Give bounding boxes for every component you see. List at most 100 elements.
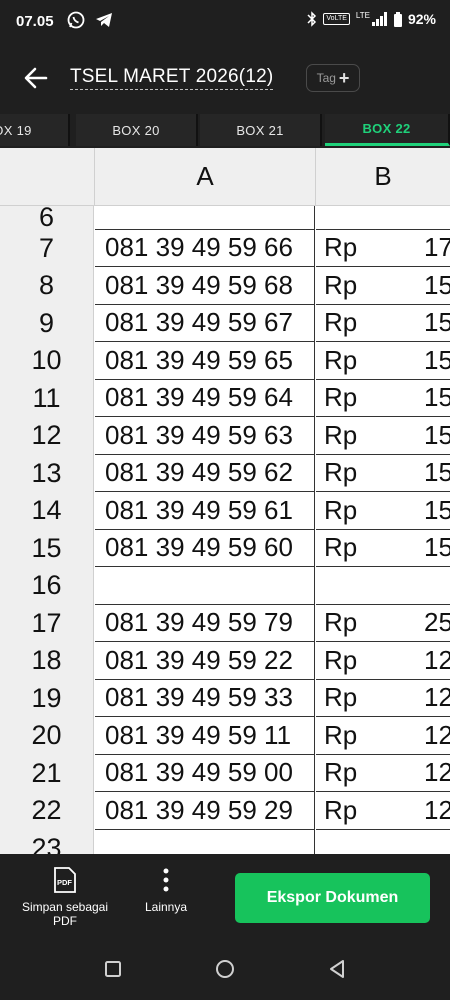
cell-a[interactable]: 081 39 49 59 67 [95, 304, 315, 342]
cell-b[interactable]: Rp 17 [316, 230, 450, 267]
cell-a[interactable]: 081 39 49 59 64 [95, 379, 315, 417]
cell-b[interactable]: Rp 15 [316, 530, 450, 567]
cell-b[interactable]: Rp 25 [316, 605, 450, 642]
back-nav-icon[interactable] [326, 958, 348, 980]
cell-a[interactable]: 081 39 49 59 62 [95, 454, 315, 492]
currency-label: Rp [324, 644, 358, 675]
cell-a[interactable]: 081 39 49 59 11 [95, 717, 315, 755]
row-number[interactable]: 6 [0, 202, 94, 232]
cell-b[interactable] [316, 567, 450, 605]
row-number[interactable]: 20 [0, 717, 94, 755]
spreadsheet-grid[interactable]: A B 67081 39 49 59 66Rp178081 39 49 59 6… [0, 148, 450, 854]
row-number[interactable]: 8 [0, 267, 94, 305]
column-header-a[interactable]: A [95, 148, 316, 206]
cell-b[interactable]: Rp 15 [316, 342, 450, 380]
cell-a[interactable]: 081 39 49 59 79 [95, 604, 315, 642]
telegram-icon [96, 13, 112, 27]
row-number[interactable]: 18 [0, 642, 94, 680]
cell-a[interactable]: 081 39 49 59 68 [95, 267, 315, 305]
row-number[interactable]: 21 [0, 754, 94, 792]
cell-a[interactable]: 081 39 49 59 22 [95, 642, 315, 680]
row-number[interactable]: 19 [0, 679, 94, 717]
svg-text:PDF: PDF [57, 878, 72, 887]
document-title[interactable]: TSEL MARET 2026(12) [70, 66, 274, 90]
row-number[interactable]: 14 [0, 492, 94, 530]
tag-label: Tag [316, 71, 336, 85]
cell-b[interactable] [316, 206, 450, 230]
tab-box-20[interactable]: BOX 20 [76, 114, 198, 146]
row-number[interactable]: 13 [0, 454, 94, 492]
cell-b[interactable]: Rp 15 [316, 380, 450, 417]
cell-b[interactable]: Rp 12 [316, 755, 450, 792]
row-number[interactable]: 22 [0, 792, 94, 830]
row-number[interactable]: 15 [0, 529, 94, 567]
cell-b[interactable]: Rp 15 [316, 455, 450, 492]
whatsapp-icon [67, 11, 85, 29]
row-number[interactable]: 10 [0, 342, 94, 380]
bottom-action-bar: PDF Simpan sebagai PDF Lainnya Ekspor Do… [0, 854, 450, 938]
tab-box-21[interactable]: BOX 21 [200, 114, 322, 146]
row-number[interactable]: 12 [0, 417, 94, 455]
tab-box-22[interactable]: BOX 22 [325, 114, 450, 146]
row-number[interactable]: 11 [0, 379, 94, 417]
cell-a[interactable] [95, 567, 315, 605]
amount-value: 12 [424, 719, 450, 750]
currency-label: Rp [324, 794, 358, 825]
home-icon[interactable] [214, 958, 236, 980]
currency-label: Rp [324, 307, 358, 338]
amount-value: 15 [424, 494, 450, 525]
cell-b[interactable]: Rp 12 [316, 792, 450, 830]
column-header-b[interactable]: B [316, 148, 450, 206]
cell-a[interactable] [95, 829, 315, 854]
amount-value: 15 [424, 532, 450, 563]
cell-b[interactable]: Rp 15 [316, 267, 450, 305]
more-options-button[interactable]: Lainnya [138, 866, 194, 914]
row-number[interactable]: 7 [0, 229, 94, 267]
currency-label: Rp [324, 757, 358, 788]
amount-value: 15 [424, 307, 450, 338]
amount-value: 12 [424, 644, 450, 675]
currency-label: Rp [324, 419, 358, 450]
cell-a[interactable]: 081 39 49 59 61 [95, 492, 315, 530]
currency-label: Rp [324, 269, 358, 300]
cell-b[interactable] [316, 830, 450, 855]
currency-label: Rp [324, 232, 358, 263]
cell-a[interactable]: 081 39 49 59 33 [95, 679, 315, 717]
cell-a[interactable]: 081 39 49 59 60 [95, 529, 315, 567]
lte-label: LTE [355, 11, 370, 20]
cell-b[interactable]: Rp 12 [316, 680, 450, 717]
cell-a[interactable] [95, 206, 315, 230]
row-number[interactable]: 16 [0, 567, 94, 605]
cell-b[interactable]: Rp 12 [316, 717, 450, 755]
currency-label: Rp [324, 457, 358, 488]
export-document-button[interactable]: Ekspor Dokumen [235, 873, 430, 923]
amount-value: 15 [424, 382, 450, 413]
arrow-left-icon[interactable] [20, 62, 52, 94]
cell-a[interactable]: 081 39 49 59 66 [95, 229, 315, 267]
cell-b[interactable]: Rp 15 [316, 305, 450, 342]
cell-a[interactable]: 081 39 49 59 63 [95, 417, 315, 455]
status-bar: 07.05 VoLTE LTE 92% [0, 0, 450, 44]
row-number[interactable]: 17 [0, 604, 94, 642]
volte-badge: VoLTE [323, 13, 350, 25]
recents-icon[interactable] [102, 958, 124, 980]
cell-b[interactable]: Rp 15 [316, 492, 450, 530]
row-number[interactable]: 23 [0, 829, 94, 854]
sheet-tabs: BOX 19 BOX 20 BOX 21 BOX 22 [0, 114, 450, 146]
cell-a[interactable]: 081 39 49 59 29 [95, 792, 315, 830]
bluetooth-icon [307, 11, 317, 27]
amount-value: 15 [424, 269, 450, 300]
pdf-icon: PDF [54, 867, 76, 893]
cell-a[interactable]: 081 39 49 59 65 [95, 342, 315, 380]
system-navigation-bar [0, 938, 450, 1000]
currency-label: Rp [324, 682, 358, 713]
save-as-pdf-button[interactable]: PDF Simpan sebagai PDF [18, 866, 112, 928]
cell-b[interactable]: Rp 15 [316, 417, 450, 455]
tab-box-19[interactable]: BOX 19 [0, 114, 70, 146]
currency-label: Rp [324, 719, 358, 750]
cell-a[interactable]: 081 39 49 59 00 [95, 754, 315, 792]
add-tag-button[interactable]: Tag + [306, 64, 360, 92]
corner-cell[interactable] [0, 148, 95, 206]
row-number[interactable]: 9 [0, 304, 94, 342]
cell-b[interactable]: Rp 12 [316, 642, 450, 680]
